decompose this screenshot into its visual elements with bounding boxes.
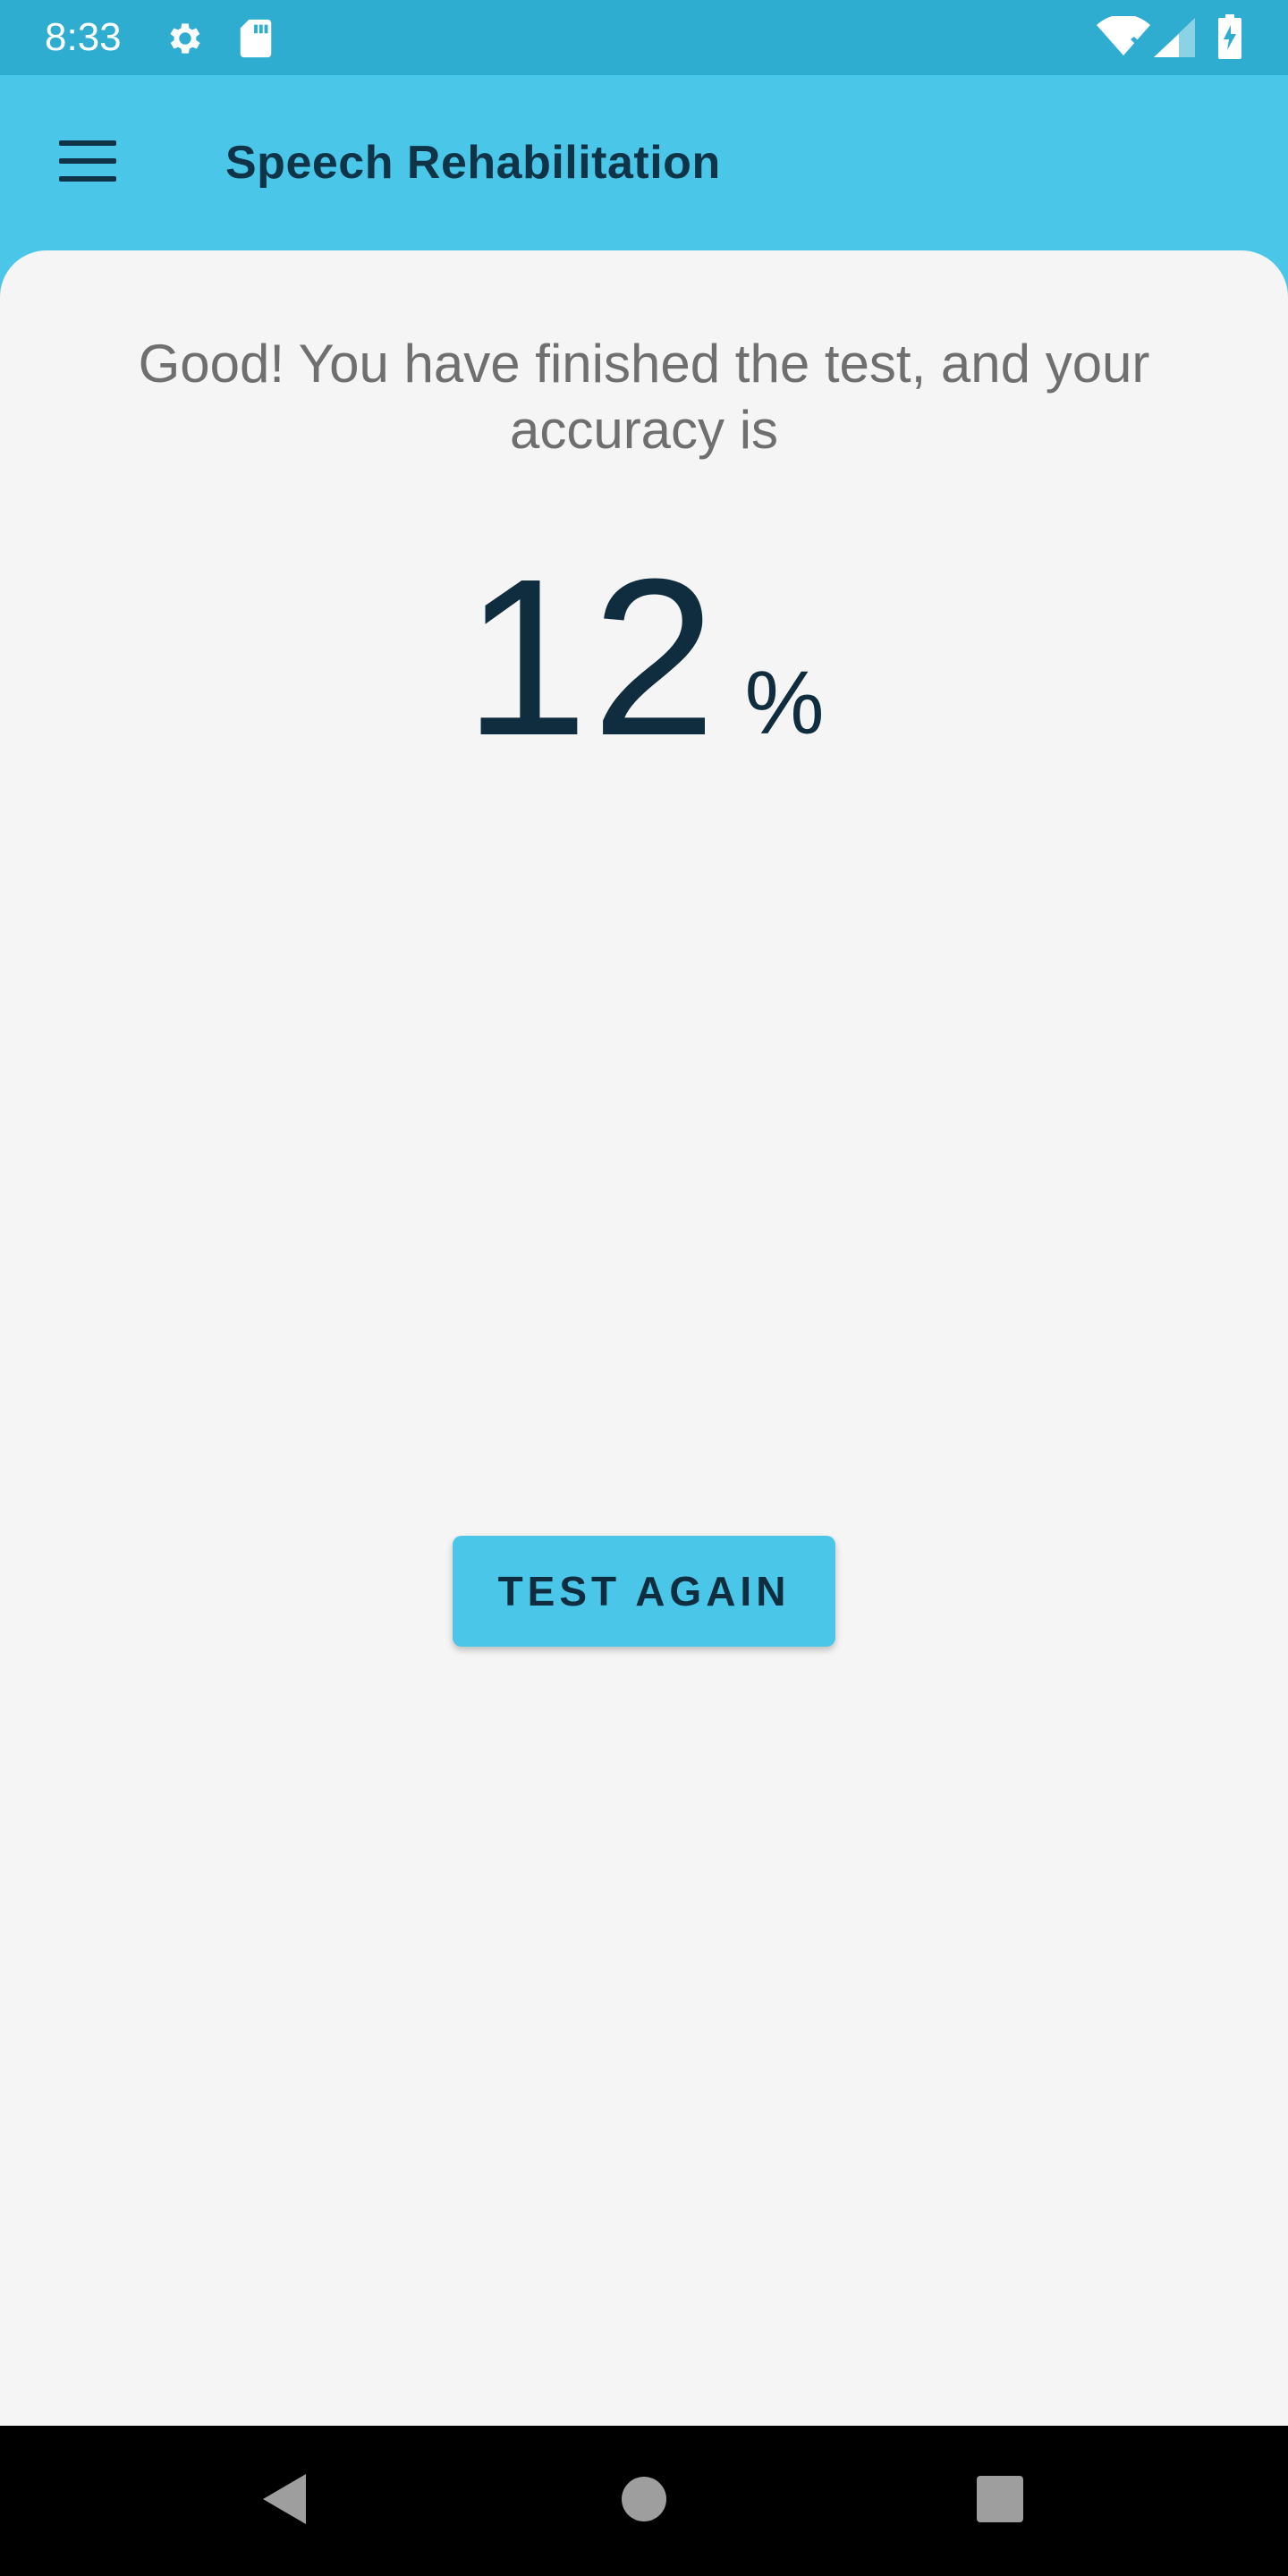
sd-card-icon (238, 18, 274, 59)
result-card: Good! You have finished the test, and yo… (0, 250, 1288, 2426)
menu-button[interactable] (41, 116, 134, 209)
status-bar: 8:33 (0, 0, 1288, 75)
app-bar: Speech Rehabilitation (0, 75, 1288, 250)
test-again-button[interactable]: TEST AGAIN (453, 1536, 835, 1647)
hamburger-menu-icon (59, 140, 116, 186)
home-button[interactable] (599, 2456, 689, 2546)
home-icon (621, 2476, 667, 2527)
status-time: 8:33 (45, 15, 122, 59)
battery-charging-icon (1216, 14, 1243, 59)
recents-icon (976, 2475, 1024, 2528)
back-icon (259, 2472, 309, 2530)
navigation-bar (0, 2426, 1288, 2576)
app-title: Speech Rehabilitation (225, 137, 721, 189)
accuracy-unit: % (744, 653, 825, 753)
screen: 8:33 Speech Rehabilitation Good! You hav… (0, 0, 1288, 2576)
settings-icon (165, 18, 206, 59)
back-button[interactable] (240, 2456, 329, 2546)
accuracy-value: 12 (463, 532, 720, 782)
wifi-icon (1097, 16, 1150, 57)
accuracy-display: 12 % (0, 546, 1288, 769)
signal-icon (1154, 18, 1195, 57)
result-message: Good! You have finished the test, and yo… (138, 334, 1150, 460)
recents-button[interactable] (955, 2456, 1045, 2546)
